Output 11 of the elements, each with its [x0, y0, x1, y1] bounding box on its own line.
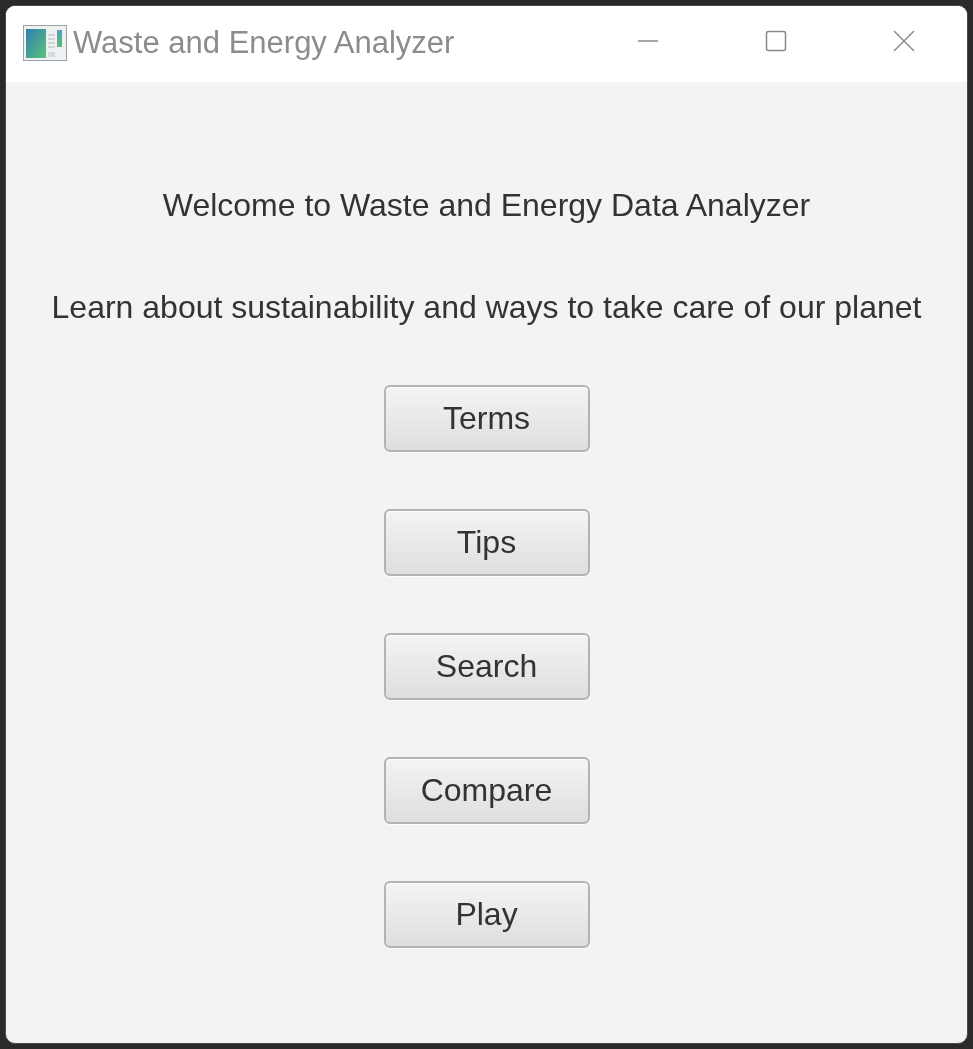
maximize-icon[interactable]: [765, 30, 787, 52]
welcome-heading: Welcome to Waste and Energy Data Analyzer: [162, 186, 811, 225]
subtitle-text: Learn about sustainability and ways to take care of our planet: [51, 288, 922, 327]
window-title: Waste and Energy Analyzer: [73, 25, 455, 61]
app-icon: [23, 25, 67, 61]
menu-button[interactable]: Play: [383, 881, 590, 948]
menu-button[interactable]: Terms: [383, 385, 590, 452]
menu-button[interactable]: Tips: [383, 509, 590, 576]
menu-button[interactable]: Compare: [383, 757, 590, 824]
menu-button[interactable]: Search: [383, 633, 590, 700]
close-icon[interactable]: [893, 30, 915, 52]
